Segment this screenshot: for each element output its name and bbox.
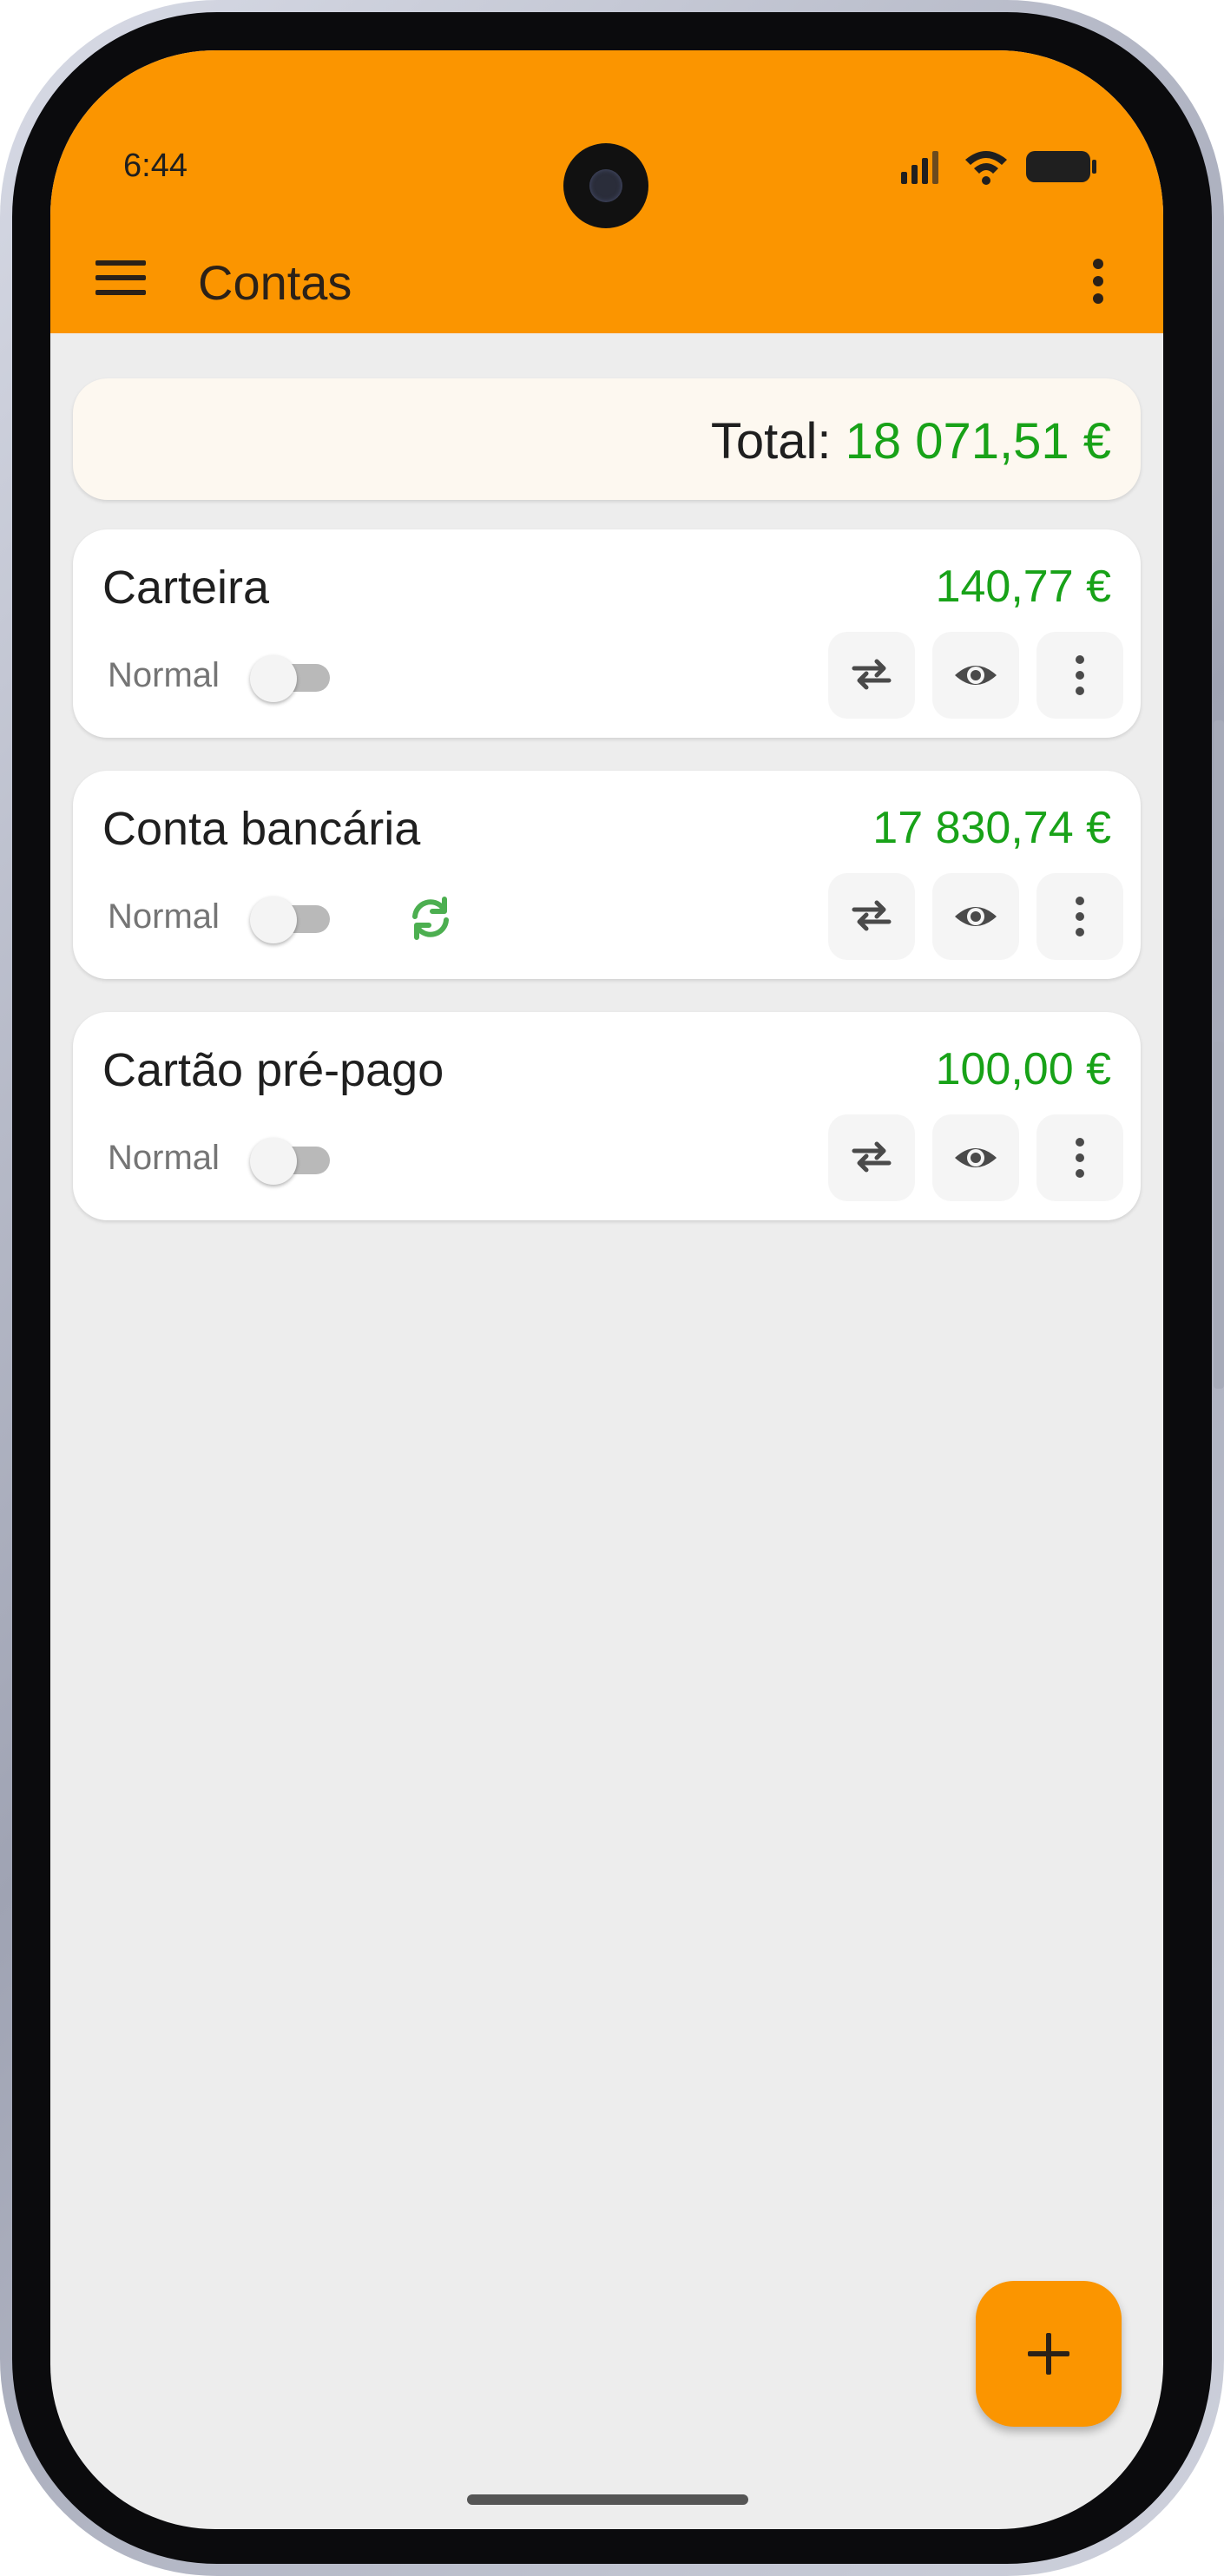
toggle-thumb — [250, 897, 297, 943]
account-more-button[interactable] — [1036, 632, 1123, 719]
mode-toggle[interactable] — [250, 1138, 330, 1185]
total-text: Total: 18 071,51 € — [711, 417, 1111, 467]
plus-icon — [1028, 2333, 1069, 2375]
view-button[interactable] — [932, 632, 1019, 719]
visibility-icon — [955, 666, 997, 685]
more-vertical-icon — [1076, 1138, 1084, 1178]
hamburger-menu-icon[interactable] — [95, 259, 148, 297]
transfer-button[interactable] — [828, 873, 915, 960]
more-vertical-icon[interactable] — [1085, 257, 1111, 306]
account-balance: 140,77 € — [935, 562, 1111, 612]
account-balance: 17 830,74 € — [872, 803, 1111, 853]
volume-up-button — [1214, 720, 1224, 920]
app-bar: 6:44 Contas — [50, 50, 1163, 333]
transfer-icon — [852, 1141, 892, 1173]
view-button[interactable] — [932, 873, 1019, 960]
status-icons — [901, 151, 1096, 185]
front-camera — [563, 143, 648, 228]
more-vertical-icon — [1076, 897, 1084, 936]
transfer-button[interactable] — [828, 632, 915, 719]
total-label: Total: — [710, 413, 832, 470]
account-balance: 100,00 € — [935, 1044, 1111, 1094]
sync-icon[interactable] — [403, 890, 458, 946]
account-more-button[interactable] — [1036, 1114, 1123, 1201]
status-time: 6:44 — [123, 148, 188, 184]
visibility-icon — [955, 907, 997, 926]
account-mode-label: Normal — [108, 656, 220, 694]
more-vertical-icon — [1076, 655, 1084, 695]
account-card[interactable]: Carteira 140,77 € Normal — [73, 529, 1141, 738]
account-mode-label: Normal — [108, 897, 220, 936]
account-card[interactable]: Conta bancária 17 830,74 € Normal — [73, 771, 1141, 979]
page-title: Contas — [198, 255, 352, 310]
add-account-button[interactable] — [976, 2281, 1122, 2427]
mode-toggle[interactable] — [250, 897, 330, 943]
account-more-button[interactable] — [1036, 873, 1123, 960]
power-button — [1214, 1042, 1224, 1389]
mode-toggle[interactable] — [250, 655, 330, 702]
account-name: Cartão pré-pago — [102, 1044, 444, 1096]
view-button[interactable] — [932, 1114, 1019, 1201]
transfer-icon — [852, 659, 892, 690]
visibility-icon — [955, 1148, 997, 1167]
home-indicator[interactable] — [467, 2494, 748, 2505]
total-value: 18 071,51 € — [845, 413, 1111, 470]
account-mode-label: Normal — [108, 1139, 220, 1177]
transfer-icon — [852, 900, 892, 931]
toggle-thumb — [250, 655, 297, 702]
wifi-icon — [965, 151, 1007, 185]
transfer-button[interactable] — [828, 1114, 915, 1201]
account-name: Conta bancária — [102, 803, 421, 855]
account-name: Carteira — [102, 562, 270, 614]
toggle-thumb — [250, 1138, 297, 1185]
total-card: Total: 18 071,51 € — [73, 378, 1141, 500]
screen: 6:44 Contas Total: 18 071,51 € Carteira … — [50, 50, 1163, 2529]
battery-icon — [1026, 151, 1096, 182]
account-card[interactable]: Cartão pré-pago 100,00 € Normal — [73, 1012, 1141, 1220]
signal-icon — [901, 151, 938, 184]
